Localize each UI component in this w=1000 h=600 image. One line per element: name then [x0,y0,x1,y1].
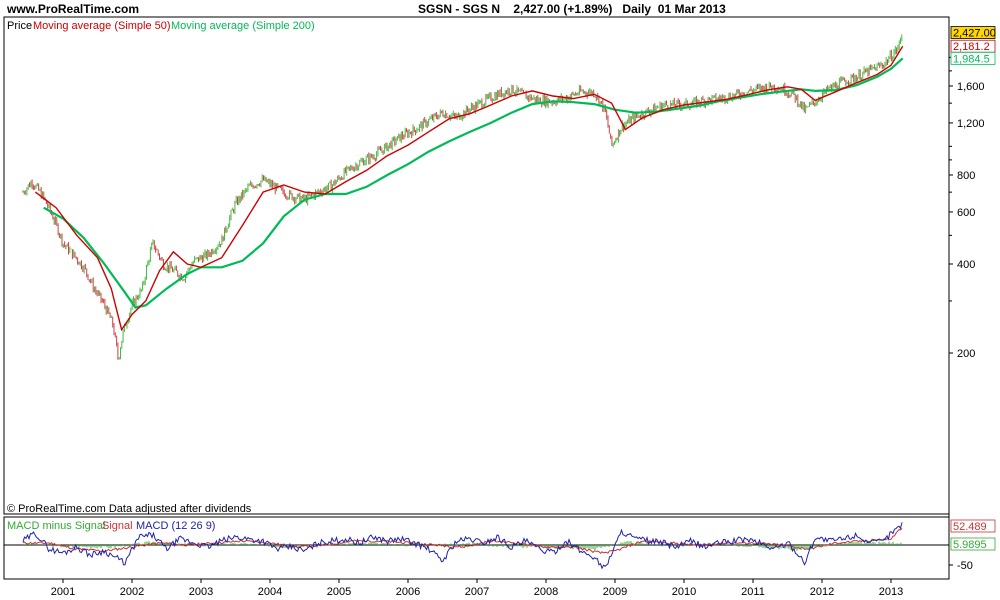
time-tick-label: 2004 [258,586,282,598]
last-value-ma50: 2,181.2 [953,41,990,53]
price-tick-label: 1,200 [957,118,985,130]
time-tick-label: 2013 [879,586,903,598]
last-value-labels: 2,427.002,181.21,984.5 52.489 5.9895 [950,26,996,551]
last-value-ma200: 1,984.5 [953,53,990,65]
legend-price: Price [7,20,32,32]
time-tick-label: 2002 [120,586,144,598]
macd-last-value-hist: 5.9895 [953,539,987,551]
time-tick-label: 2003 [189,586,213,598]
price-tick-label: 800 [957,170,975,182]
macd-legend-macd: MACD (12 26 9) [136,520,215,532]
time-tick-label: 2001 [51,586,75,598]
time-tick-label: 2011 [741,586,765,598]
price-tick-label: 200 [957,348,975,360]
time-tick-label: 2009 [603,586,627,598]
macd-legend-hist: MACD minus Signal [7,520,105,532]
time-tick-label: 2012 [810,586,834,598]
time-axis: 2001 2002 2003 2004 2005 2006 2007 2008 2009 2010… [51,579,903,598]
price-tick-label: 1,600 [957,81,985,93]
time-tick-label: 2007 [465,586,489,598]
price-axis: 1,600 1,200 800 600 400 200 [949,56,985,360]
legend-ma200: Moving average (Simple 200) [171,20,315,32]
time-tick-label: 2005 [327,586,351,598]
last-value-price: 2,427.00 [953,28,996,40]
macd-tick-label: -50 [957,560,973,572]
price-tick-label: 600 [957,207,975,219]
price-tick-label: 400 [957,259,975,271]
time-tick-label: 2006 [396,586,420,598]
price-panel [3,16,950,515]
stock-chart: Price Moving average (Simple 50) Moving … [3,16,996,598]
macd-legend-signal: Signal [102,520,133,532]
macd-last-value-macd: 52.489 [953,521,987,533]
legend-ma50: Moving average (Simple 50) [33,20,171,32]
footnote: © ProRealTime.com Data adjusted after di… [7,503,252,515]
time-tick-label: 2010 [672,586,696,598]
time-tick-label: 2008 [534,586,558,598]
